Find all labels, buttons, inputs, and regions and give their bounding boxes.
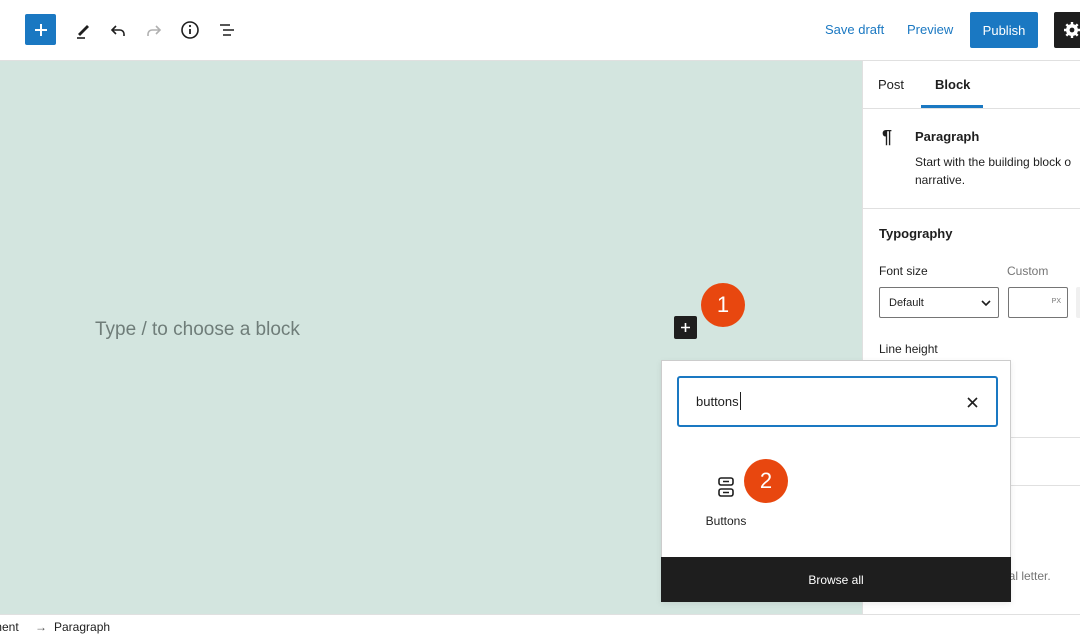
undo-button[interactable]: [104, 16, 132, 44]
inline-inserter-button[interactable]: [674, 316, 697, 339]
plus-icon: [34, 23, 47, 36]
gear-icon: [1064, 22, 1080, 38]
undo-icon: [110, 25, 125, 36]
settings-button[interactable]: [1054, 12, 1080, 48]
edit-tool-icon: [77, 25, 89, 39]
block-search-input[interactable]: buttons: [677, 376, 998, 427]
block-title: Paragraph: [915, 129, 980, 144]
search-input-value: buttons: [696, 394, 739, 409]
custom-size-label: Custom: [1007, 264, 1049, 278]
breadcrumb-current: Paragraph: [54, 620, 111, 634]
block-result-label: Buttons: [705, 514, 747, 528]
block-description-line: narrative.: [915, 173, 966, 187]
publish-button[interactable]: Publish: [970, 12, 1038, 48]
tab-block[interactable]: Block: [935, 77, 970, 92]
font-size-label: Font size: [879, 264, 928, 278]
redo-icon: [147, 25, 162, 36]
font-size-select-value: Default: [889, 297, 924, 309]
step-marker-2: 2: [744, 459, 788, 503]
block-inserter-button[interactable]: [25, 14, 56, 45]
chevron-down-icon: [981, 300, 991, 307]
text-caret: [740, 392, 741, 410]
step-marker-1: 1: [701, 283, 745, 327]
top-toolbar: Save draft Preview Publish: [0, 0, 1080, 61]
plus-icon: [681, 323, 690, 332]
sidebar-tabs: Post Block: [863, 61, 1080, 109]
tab-post[interactable]: Post: [878, 77, 904, 92]
reset-button[interactable]: [1076, 287, 1080, 318]
block-description: Start with the building block o narrativ…: [915, 153, 1080, 189]
browse-all-button[interactable]: Browse all: [661, 557, 1011, 602]
edit-tool-button[interactable]: [69, 16, 97, 44]
unit-label: PX: [1051, 298, 1061, 305]
block-breadcrumb: ment → Paragraph: [0, 614, 1080, 638]
details-button[interactable]: [176, 16, 204, 44]
preview-button[interactable]: Preview: [907, 22, 953, 37]
quick-inserter-popover: buttons Buttons 2 Browse all: [661, 360, 1011, 602]
custom-size-input[interactable]: PX: [1008, 287, 1068, 318]
block-card: ¶ Paragraph Start with the building bloc…: [863, 109, 1080, 209]
redo-button[interactable]: [140, 16, 168, 44]
list-view-icon: [220, 24, 234, 36]
buttons-block-icon: [718, 477, 734, 497]
block-placeholder[interactable]: Type / to choose a block: [95, 319, 300, 341]
editor-screen: Save draft Preview Publish Type / to cho…: [0, 0, 1080, 638]
paragraph-icon: ¶: [882, 127, 893, 147]
font-size-select[interactable]: Default: [879, 287, 999, 318]
breadcrumb-document[interactable]: ment: [0, 620, 19, 634]
info-icon: [181, 21, 199, 39]
list-view-button[interactable]: [213, 16, 241, 44]
active-tab-indicator: [921, 105, 983, 108]
breadcrumb-separator: →: [35, 620, 47, 634]
clear-search-button[interactable]: [962, 392, 982, 412]
save-draft-button[interactable]: Save draft: [825, 22, 884, 37]
typography-panel-title[interactable]: Typography: [879, 226, 952, 241]
close-icon: [966, 396, 978, 408]
line-height-label: Line height: [879, 342, 938, 356]
block-description-line: Start with the building block o: [915, 155, 1072, 169]
